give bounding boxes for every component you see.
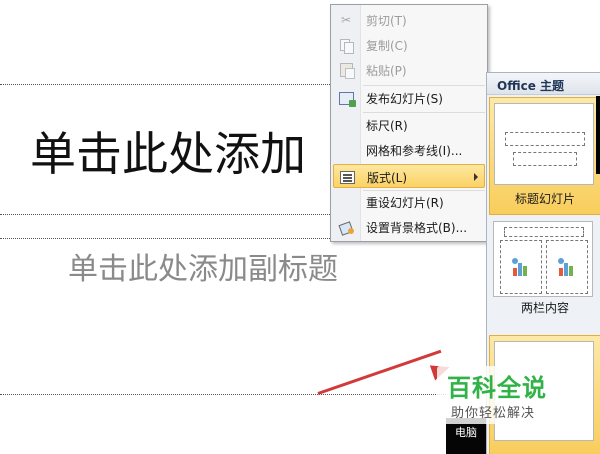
- background-format-icon: [337, 218, 355, 236]
- menu-item-cut[interactable]: ✂ 剪切(T): [333, 8, 485, 32]
- menu-item-grid-guides[interactable]: 网格和参考线(I)...: [333, 138, 485, 162]
- menu-item-ruler[interactable]: 标尺(R): [333, 113, 485, 137]
- menu-item-label: 发布幻灯片(S): [366, 92, 443, 106]
- layout-icon: [338, 168, 356, 186]
- thumbnail-subtitle-placeholder: [513, 152, 577, 166]
- watermark-logo: 百科全说 助你轻松解决: [437, 366, 575, 424]
- menu-item-label: 版式(L): [367, 171, 408, 185]
- watermark-tagline: 助你轻松解决: [451, 406, 536, 421]
- title-placeholder-top-border: [0, 84, 330, 85]
- menu-item-publish-slides[interactable]: 发布幻灯片(S): [333, 86, 485, 110]
- menu-item-copy[interactable]: 复制(C): [333, 33, 485, 57]
- watermark-partial-text: 电脑: [455, 426, 477, 439]
- menu-item-label: 粘贴(P): [366, 64, 407, 78]
- layout-label: 标题幻灯片: [514, 192, 575, 206]
- subtitle-placeholder[interactable]: 单击此处添加副标题: [68, 244, 338, 288]
- menu-item-format-background[interactable]: 设置背景格式(B)...: [333, 215, 485, 239]
- copy-icon: [337, 36, 355, 54]
- layout-thumbnail: [494, 103, 594, 185]
- menu-item-label: 剪切(T): [366, 14, 407, 28]
- title-placeholder[interactable]: 单击此处添加: [30, 118, 306, 184]
- menu-item-layout[interactable]: 版式(L): [333, 164, 485, 188]
- menu-item-label: 复制(C): [366, 39, 408, 53]
- layout-option-title-slide[interactable]: 标题幻灯片: [489, 97, 600, 215]
- content-chart-icon: [556, 256, 578, 278]
- subtitle-placeholder-bottom-border: [0, 394, 446, 395]
- layout-gallery-title: Office 主题: [497, 79, 565, 93]
- thumbnail-title-placeholder: [504, 227, 584, 237]
- submenu-arrow-icon: [474, 173, 478, 181]
- background-window-edge: [596, 96, 600, 174]
- publish-slides-icon: [337, 89, 356, 107]
- menu-item-label: 网格和参考线(I)...: [366, 144, 463, 158]
- layout-option-two-content[interactable]: 两栏内容: [489, 219, 600, 319]
- layout-label: 两栏内容: [520, 301, 569, 315]
- menu-item-label: 设置背景格式(B)...: [366, 221, 468, 235]
- thumbnail-title-placeholder: [505, 132, 585, 146]
- context-menu: ✂ 剪切(T) 复制(C) 粘贴(P) 发布幻灯片(S) 标尺(R) 网格和参考…: [330, 4, 488, 242]
- watermark-brand: 百科全说: [447, 374, 547, 402]
- content-chart-icon: [510, 256, 532, 278]
- menu-item-reset-slide[interactable]: 重设幻灯片(R): [333, 190, 485, 214]
- paste-icon: [337, 61, 355, 79]
- layout-thumbnail: [493, 221, 593, 297]
- menu-item-paste[interactable]: 粘贴(P): [333, 58, 485, 82]
- menu-item-label: 标尺(R): [366, 119, 408, 133]
- title-placeholder-bottom-border: [0, 214, 330, 215]
- menu-item-label: 重设幻灯片(R): [366, 196, 444, 210]
- layout-gallery-header: Office 主题: [487, 73, 600, 95]
- scissors-icon: ✂: [340, 13, 352, 27]
